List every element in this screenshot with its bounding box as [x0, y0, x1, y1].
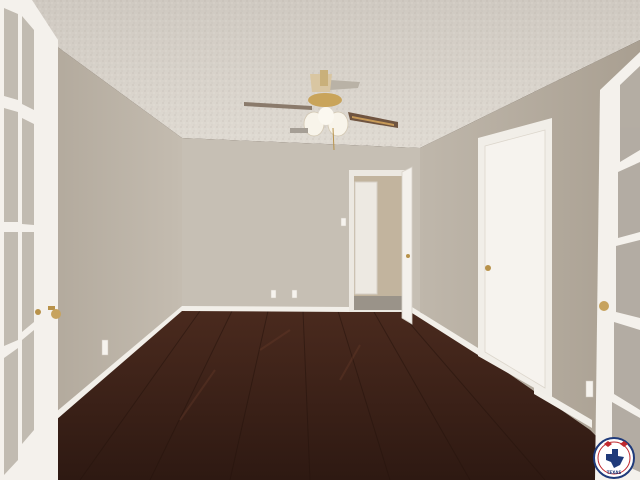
open-door[interactable] — [401, 166, 413, 325]
door-knob-icon[interactable] — [51, 309, 61, 319]
electrical-outlet-icon — [291, 289, 298, 299]
baseboard-back — [182, 306, 350, 312]
hallway-floor — [354, 296, 404, 310]
french-door-left[interactable] — [0, 0, 61, 480]
electrical-outlet-icon — [270, 289, 277, 299]
french-door-right[interactable] — [595, 52, 640, 480]
light-switch-icon[interactable] — [340, 217, 347, 227]
closet-door[interactable] — [484, 129, 546, 389]
electrical-outlet-icon — [101, 339, 109, 356]
logo-seal-icon: TEXAS — [593, 437, 635, 479]
seal-text: TEXAS — [607, 470, 622, 475]
room-scene: TEXAS — [0, 0, 640, 480]
door-knob-icon[interactable] — [599, 301, 609, 311]
hallway-door — [354, 181, 378, 295]
electrical-outlet-icon — [585, 380, 594, 398]
door-knob-icon[interactable] — [485, 265, 491, 271]
door-knob-icon[interactable] — [406, 254, 410, 258]
air-vent — [290, 128, 308, 133]
